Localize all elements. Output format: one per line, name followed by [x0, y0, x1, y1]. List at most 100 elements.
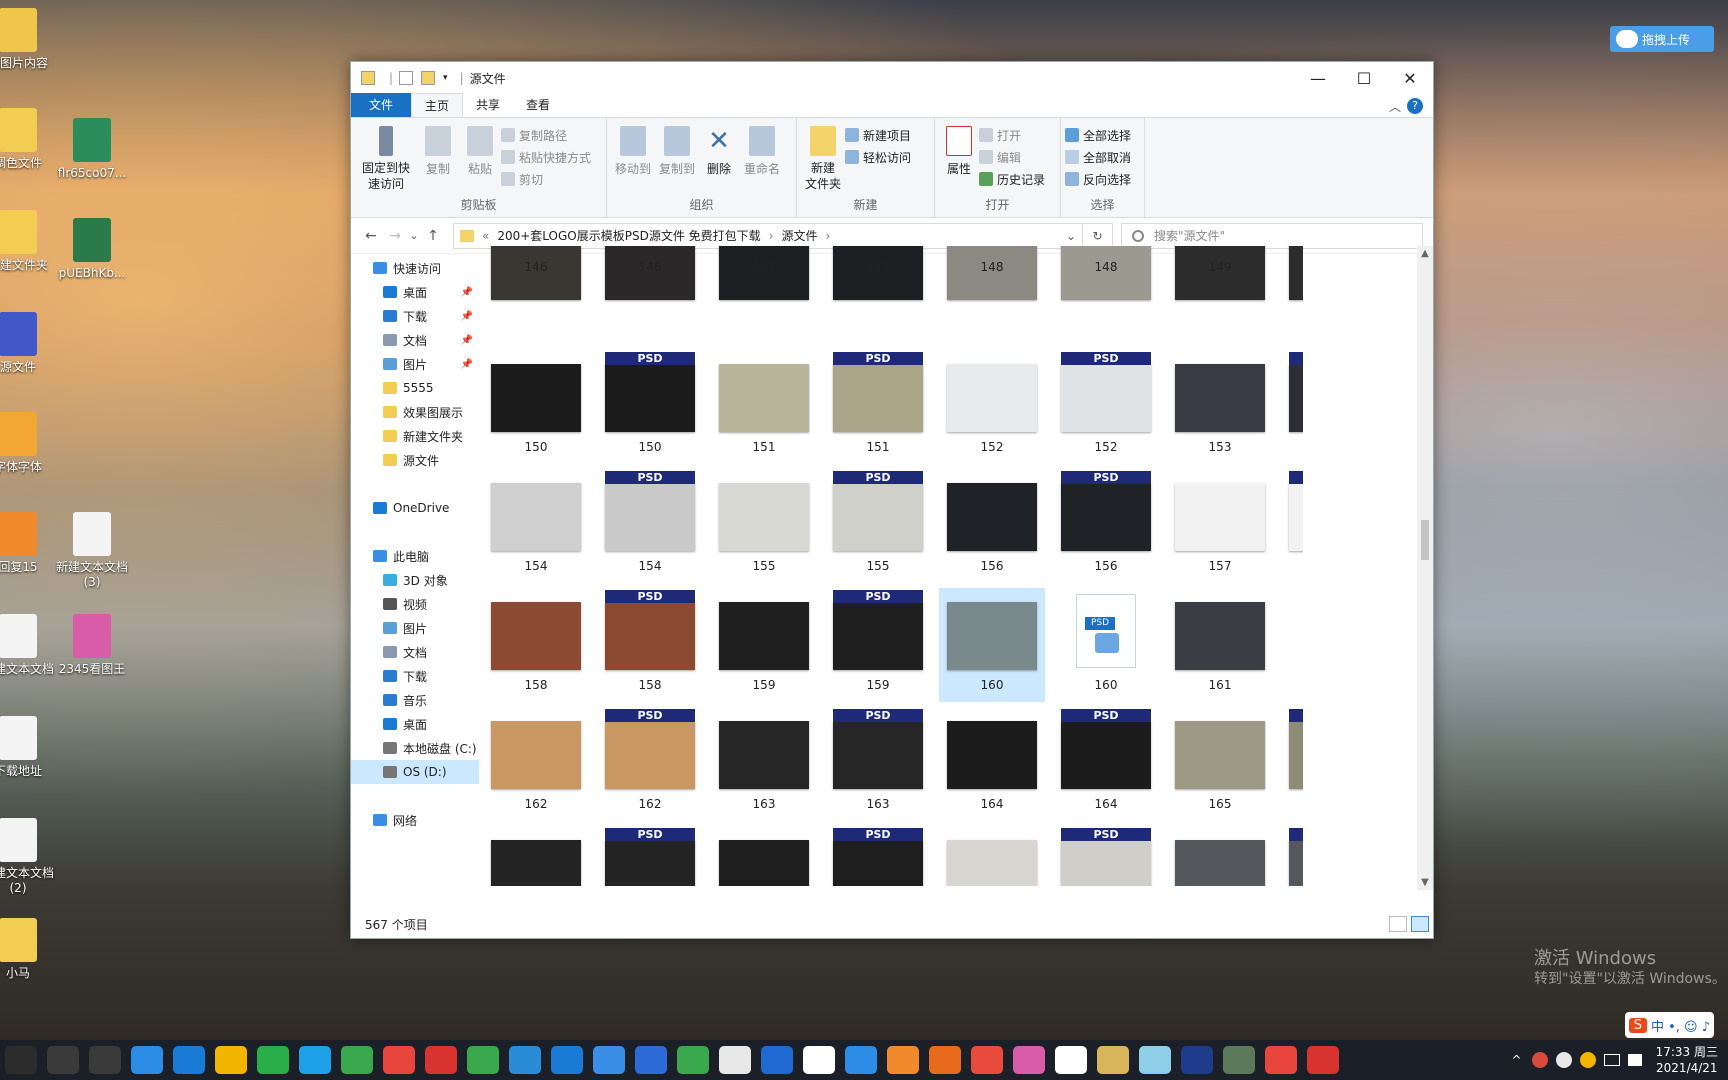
details-view-button[interactable]: [1389, 916, 1407, 932]
chevron-right-icon[interactable]: ›: [769, 229, 774, 243]
nav-item[interactable]: 视频: [351, 592, 479, 616]
file-thumbnail[interactable]: 149: [1167, 246, 1273, 346]
taskbar-app-icon[interactable]: [215, 1046, 247, 1074]
file-thumbnail[interactable]: 159: [711, 588, 817, 702]
file-thumbnail[interactable]: PSD 164: [1053, 707, 1159, 821]
file-thumbnail[interactable]: PSD161: [1281, 588, 1303, 702]
file-thumbnail[interactable]: 146: [597, 246, 703, 346]
properties-quick-icon[interactable]: [399, 71, 414, 85]
taskbar-app-icon[interactable]: [677, 1046, 709, 1074]
tray-app-icon[interactable]: [1555, 1052, 1572, 1068]
file-thumbnail[interactable]: PSD 163: [825, 707, 931, 821]
nav-item[interactable]: 文档: [351, 640, 479, 664]
app-icon[interactable]: [47, 1046, 79, 1074]
file-thumbnail[interactable]: 165: [1167, 707, 1273, 821]
back-button[interactable]: ←: [359, 228, 383, 244]
desktop-icon[interactable]: 新建文本文档 (2): [0, 818, 58, 896]
taskbar-app-icon[interactable]: [719, 1046, 751, 1074]
file-thumbnail[interactable]: 149: [1281, 246, 1303, 346]
file-thumbnail[interactable]: PSD166: [597, 826, 703, 886]
file-thumbnail[interactable]: 169: [1167, 826, 1273, 886]
tab-home[interactable]: 主页: [411, 93, 464, 117]
file-thumbnail[interactable]: 162: [483, 707, 589, 821]
taskbar-app-icon[interactable]: [131, 1046, 163, 1074]
file-thumbnail[interactable]: PSD167: [825, 826, 931, 886]
taskbar-app-icon[interactable]: [1307, 1046, 1339, 1074]
taskbar-app-icon[interactable]: [761, 1046, 793, 1074]
nav-item[interactable]: 快速访问: [351, 256, 479, 280]
taskbar-app-icon[interactable]: [1055, 1046, 1087, 1074]
taskbar-app-icon[interactable]: [1265, 1046, 1297, 1074]
taskbar-app-icon[interactable]: [1181, 1046, 1213, 1074]
taskbar-app-icon[interactable]: [383, 1046, 415, 1074]
up-button[interactable]: ↑: [421, 228, 445, 244]
file-thumbnail[interactable]: 158: [483, 588, 589, 702]
desktop-icon[interactable]: 回复15: [0, 512, 58, 575]
maximize-button[interactable]: ☐: [1341, 62, 1387, 94]
file-thumbnail[interactable]: 168: [939, 826, 1045, 886]
nav-item[interactable]: 音乐: [351, 688, 479, 712]
drag-upload-button[interactable]: 拖拽上传: [1610, 26, 1714, 52]
file-thumbnail[interactable]: PSD 159: [825, 588, 931, 702]
taskbar-app-icon[interactable]: [425, 1046, 457, 1074]
nav-item[interactable]: 3D 对象: [351, 568, 479, 592]
desktop-icon[interactable]: 下载地址: [0, 716, 58, 779]
invert-selection-button[interactable]: 反向选择: [1065, 168, 1137, 190]
taskbar-app-icon[interactable]: [467, 1046, 499, 1074]
file-thumbnail[interactable]: PSD 151: [825, 350, 931, 464]
file-thumbnail[interactable]: 147: [825, 246, 931, 346]
overflow-crumb[interactable]: «: [482, 229, 489, 243]
nav-item[interactable]: 新建文件夹: [351, 424, 479, 448]
ime-toolbar[interactable]: S 中 •, ☺ ♪: [1624, 1012, 1714, 1038]
scroll-up-icon[interactable]: ▲: [1417, 248, 1433, 259]
desktop-icon[interactable]: pUEBhKb...: [52, 218, 132, 281]
nav-item[interactable]: 本地磁盘 (C:): [351, 736, 479, 760]
collapse-ribbon-icon[interactable]: ︿: [1389, 98, 1401, 115]
nav-item[interactable]: 文档 📌: [351, 328, 479, 352]
file-thumbnail[interactable]: PSD 155: [825, 469, 931, 583]
nav-item[interactable]: 网络: [351, 808, 479, 832]
nav-item[interactable]: OS (D:): [351, 760, 479, 784]
file-thumbnail[interactable]: 161: [1167, 588, 1273, 702]
select-all-button[interactable]: 全部选择: [1065, 124, 1137, 146]
nav-item[interactable]: 桌面 📌: [351, 280, 479, 304]
file-thumbnail[interactable]: 146: [483, 246, 589, 346]
taskbar-app-icon[interactable]: [1223, 1046, 1255, 1074]
taskbar-app-icon[interactable]: [299, 1046, 331, 1074]
scroll-thumb[interactable]: [1421, 520, 1429, 560]
task-view-icon[interactable]: [5, 1046, 37, 1074]
file-thumbnail[interactable]: PSD 156: [1053, 469, 1159, 583]
file-thumbnail[interactable]: 157: [1167, 469, 1273, 583]
edit-button[interactable]: 编辑: [979, 146, 1051, 168]
file-thumbnail[interactable]: PSD 160: [1053, 588, 1159, 702]
nav-item[interactable]: 图片: [351, 616, 479, 640]
taskbar-app-icon[interactable]: [341, 1046, 373, 1074]
history-button[interactable]: 历史记录: [979, 168, 1051, 190]
tab-view[interactable]: 查看: [513, 93, 563, 117]
nav-item[interactable]: 源文件: [351, 448, 479, 472]
vertical-scrollbar[interactable]: ▲ ▼: [1417, 246, 1433, 890]
tray-overflow-icon[interactable]: ^: [1512, 1053, 1522, 1067]
network-icon[interactable]: [1603, 1054, 1620, 1066]
address-bar[interactable]: « 200+套LOGO展示模板PSD源文件 免费打包下载 › 源文件 › ⌄ ↻: [453, 222, 1113, 249]
title-bar[interactable]: | ▾ | 源文件 — ☐ ✕: [351, 62, 1433, 94]
crumb-current[interactable]: 源文件: [781, 227, 817, 244]
nav-item[interactable]: OneDrive: [351, 496, 479, 520]
nav-item[interactable]: 桌面: [351, 712, 479, 736]
paste-shortcut-button[interactable]: 粘贴快捷方式: [501, 146, 597, 168]
file-thumbnail[interactable]: 160: [939, 588, 1045, 702]
tray-app-icon[interactable]: [1531, 1052, 1548, 1068]
taskbar-app-icon[interactable]: [509, 1046, 541, 1074]
taskbar-app-icon[interactable]: [929, 1046, 961, 1074]
file-thumbnail[interactable]: 150: [483, 350, 589, 464]
open-button[interactable]: 打开: [979, 124, 1051, 146]
desktop-icon[interactable]: 字体字体: [0, 412, 58, 475]
desktop-icon[interactable]: flr65co07...: [52, 118, 132, 181]
taskbar-app-icon[interactable]: [1013, 1046, 1045, 1074]
select-none-button[interactable]: 全部取消: [1065, 146, 1137, 168]
easy-access-button[interactable]: 轻松访问: [845, 146, 917, 168]
desktop-icon[interactable]: 新建文本文档: [0, 614, 58, 677]
recent-locations-button[interactable]: ⌄: [407, 229, 421, 242]
nav-item[interactable]: 图片 📌: [351, 352, 479, 376]
nav-item[interactable]: 下载: [351, 664, 479, 688]
